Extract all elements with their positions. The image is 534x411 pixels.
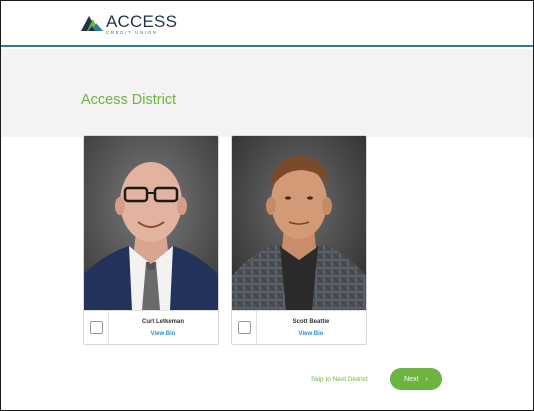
page-title: Access District — [81, 92, 177, 108]
next-button[interactable]: Next › — [390, 368, 442, 390]
candidate-card-curt-letkeman: Curt Letkeman View Bio — [83, 135, 219, 345]
logo-tagline: CREDIT UNION — [106, 30, 158, 35]
candidate-card-scott-beattie: Scott Beattie View Bio — [231, 135, 367, 345]
view-bio-link[interactable]: View Bio — [256, 331, 366, 337]
divider — [256, 311, 257, 344]
candidate-photo — [84, 136, 218, 310]
next-button-label: Next — [404, 375, 419, 383]
view-bio-link[interactable]: View Bio — [108, 331, 218, 337]
candidate-name: Scott Beattie — [292, 319, 330, 325]
select-candidate-checkbox[interactable] — [90, 321, 103, 334]
divider — [108, 311, 109, 344]
candidate-name: Curt Letkeman — [141, 319, 184, 325]
skip-to-next-district-link[interactable]: Skip to Next District — [311, 376, 368, 383]
candidate-card-footer: Curt Letkeman View Bio — [84, 310, 218, 344]
site-header: ACCESS CREDIT UNION — [1, 1, 533, 47]
candidate-card-footer: Scott Beattie View Bio — [232, 310, 366, 344]
logo-wordmark: ACCESS — [106, 12, 178, 31]
candidate-photo — [232, 136, 366, 310]
select-candidate-checkbox[interactable] — [238, 321, 251, 334]
chevron-right-icon: › — [425, 375, 428, 383]
access-credit-union-logo[interactable]: ACCESS CREDIT UNION — [81, 13, 177, 39]
app-frame: ACCESS CREDIT UNION Access District Curt… — [0, 0, 534, 411]
mountain-logo-icon — [81, 16, 103, 31]
